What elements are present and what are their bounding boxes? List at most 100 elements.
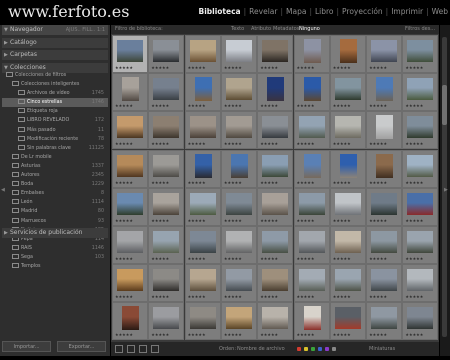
thumbnail-cell[interactable]: ★★★★★ [220, 302, 257, 341]
module-1[interactable]: Revelar [249, 7, 277, 16]
thumbnail-cell[interactable]: ★★★★★ [112, 73, 148, 112]
thumbnail-cell[interactable]: ★★★★★ [366, 226, 403, 264]
thumbnail-cell[interactable]: ★★★★★ [257, 73, 294, 112]
color-label-swatch[interactable] [325, 347, 329, 351]
thumbnail-cell[interactable]: ★★★★★ [329, 226, 366, 264]
color-label-swatch[interactable] [311, 347, 315, 351]
import-button[interactable]: Importar... [2, 341, 51, 352]
thumbnail-cell[interactable]: ★★★★★ [184, 302, 221, 341]
thumbnail-cell[interactable]: ★★★★★ [329, 149, 366, 188]
grid-scroll-thumb[interactable] [442, 85, 447, 125]
thumbnail-cell[interactable]: ★★★★★ [148, 302, 185, 341]
left-panel-toggle-icon[interactable]: ◀ [1, 187, 5, 193]
thumbnail-cell[interactable]: ★★★★★ [112, 187, 148, 226]
thumbnail-cell[interactable]: ★★★★★ [366, 264, 403, 303]
thumbnail-cell[interactable]: ★★★★★ [293, 111, 330, 150]
thumbnail-cell[interactable]: ★★★★★ [402, 149, 439, 188]
survey-view-icon[interactable] [151, 345, 159, 353]
thumbnail-cell[interactable]: ★★★★★ [148, 111, 185, 150]
thumbnail-cell[interactable]: ★★★★★ [257, 264, 294, 303]
filter-none[interactable]: Ninguno [299, 25, 320, 34]
thumbnail-cell[interactable]: ★★★★★ [402, 73, 439, 112]
grid-view-icon[interactable] [115, 345, 123, 353]
thumbnail-cell[interactable]: ★★★★★ [112, 264, 148, 303]
collection-row[interactable]: Colecciones inteligentes [2, 80, 108, 89]
thumbnail-cell[interactable]: ★★★★★ [293, 226, 330, 264]
thumbnail-cell[interactable]: ★★★★★ [148, 264, 185, 303]
thumbnail-cell[interactable]: ★★★★★ [220, 35, 257, 73]
collection-row[interactable]: De Lr mobile [2, 153, 108, 162]
thumbnail-cell[interactable]: ★★★★★ [402, 35, 439, 73]
thumbnail-cell[interactable]: ★★★★★ [366, 302, 403, 341]
thumbnail-cell[interactable]: ★★★★★ [402, 111, 439, 150]
thumbnail-cell[interactable]: ★★★★★ [184, 111, 221, 150]
thumbnail-cell[interactable]: ★★★★★ [293, 264, 330, 303]
thumbnail-cell[interactable]: ★★★★★ [257, 35, 294, 73]
collection-row[interactable]: Colecciones de filtros [2, 71, 108, 80]
thumbnail-cell[interactable]: ★★★★★ [366, 111, 403, 150]
thumbnail-cell[interactable]: ★★★★★ [293, 187, 330, 226]
thumbnail-cell[interactable]: ★★★★★ [148, 226, 185, 264]
collection-row[interactable]: León 1114 [2, 198, 108, 207]
thumbnail-cell[interactable]: ★★★★★ [257, 187, 294, 226]
right-panel-toggle-icon[interactable]: ▶ [444, 187, 448, 193]
thumbnail-cell[interactable]: ★★★★★ [112, 302, 148, 341]
export-button[interactable]: Exportar... [57, 341, 106, 352]
thumbnail-cell[interactable]: ★★★★★ [329, 73, 366, 112]
thumbnail-cell[interactable]: ★★★★★ [220, 73, 257, 112]
filter-text[interactable]: Texto [231, 25, 244, 34]
thumbnail-cell[interactable]: ★★★★★ [329, 111, 366, 150]
thumbnail-cell[interactable]: ★★★★★ [184, 149, 221, 188]
module-3[interactable]: Libro [315, 7, 334, 16]
collection-row[interactable]: Marruecos 93 [2, 217, 108, 226]
thumbnail-cell[interactable]: ★★★★★ [329, 35, 366, 73]
thumbnail-cell[interactable]: ★★★★★ [220, 264, 257, 303]
thumbnail-cell[interactable]: ★★★★★ [402, 226, 439, 264]
collection-row[interactable]: Templos [2, 262, 108, 271]
folders-header[interactable]: ▶ Carpetas [2, 50, 108, 60]
thumbnail-cell[interactable]: ★★★★★ [293, 35, 330, 73]
thumbnail-cell[interactable]: ★★★★★ [329, 187, 366, 226]
publish-services-header[interactable]: ▶ Servicios de publicación [2, 228, 108, 238]
catalog-header[interactable]: ▶ Catálogo [2, 38, 108, 48]
thumbnail-cell[interactable]: ★★★★★ [329, 302, 366, 341]
color-label-swatch[interactable] [297, 347, 301, 351]
thumbnail-cell[interactable]: ★★★★★ [184, 35, 221, 73]
thumbnail-cell[interactable]: ★★★★★ [257, 111, 294, 150]
thumbnail-cell[interactable]: ★★★★★ [184, 226, 221, 264]
thumbnail-cell[interactable]: ★★★★★ [402, 302, 439, 341]
collection-row[interactable]: Archivos de vídeo 1745 [2, 89, 108, 98]
collection-row[interactable]: LIBRO REVELADO 172 [2, 116, 108, 125]
thumbnail-cell[interactable]: ★★★★★ [112, 111, 148, 150]
thumbnail-cell[interactable]: ★★★★★ [257, 149, 294, 188]
navigator-zoom-options[interactable]: AJUS.. FILL.. 1:1 [66, 25, 105, 35]
collection-row[interactable]: Más pasado 11 [2, 126, 108, 135]
collection-row[interactable]: Sin palabras clave 11125 [2, 144, 108, 153]
thumbnail-cell[interactable]: ★★★★★ [148, 149, 185, 188]
thumbnail-cell[interactable]: ★★★★★ [112, 35, 148, 73]
color-label-swatch[interactable] [332, 347, 336, 351]
thumbnail-cell[interactable]: ★★★★★ [220, 187, 257, 226]
module-6[interactable]: Web [432, 7, 448, 16]
compare-view-icon[interactable] [139, 345, 147, 353]
thumbnail-cell[interactable]: ★★★★★ [112, 149, 148, 188]
collection-row[interactable]: Etiqueta roja [2, 107, 108, 116]
thumbnail-cell[interactable]: ★★★★★ [112, 226, 148, 264]
thumbnail-cell[interactable]: ★★★★★ [220, 111, 257, 150]
thumbnail-cell[interactable]: ★★★★★ [257, 226, 294, 264]
thumbnail-cell[interactable]: ★★★★★ [220, 149, 257, 188]
thumbnail-cell[interactable]: ★★★★★ [293, 73, 330, 112]
thumbnail-cell[interactable]: ★★★★★ [293, 302, 330, 341]
module-5[interactable]: Imprimir [391, 7, 423, 16]
thumbnail-cell[interactable]: ★★★★★ [402, 187, 439, 226]
collection-row[interactable]: Modificación reciente 78 [2, 135, 108, 144]
thumbnail-cell[interactable]: ★★★★★ [148, 73, 185, 112]
thumbnail-cell[interactable]: ★★★★★ [366, 35, 403, 73]
thumbnail-cell[interactable]: ★★★★★ [329, 264, 366, 303]
thumbnail-cell[interactable]: ★★★★★ [184, 187, 221, 226]
thumbnail-cell[interactable]: ★★★★★ [293, 149, 330, 188]
thumbnail-cell[interactable]: ★★★★★ [184, 73, 221, 112]
thumbnail-cell[interactable]: ★★★★★ [366, 73, 403, 112]
collection-row[interactable]: Asturias 1337 [2, 162, 108, 171]
thumbnail-cell[interactable]: ★★★★★ [257, 302, 294, 341]
